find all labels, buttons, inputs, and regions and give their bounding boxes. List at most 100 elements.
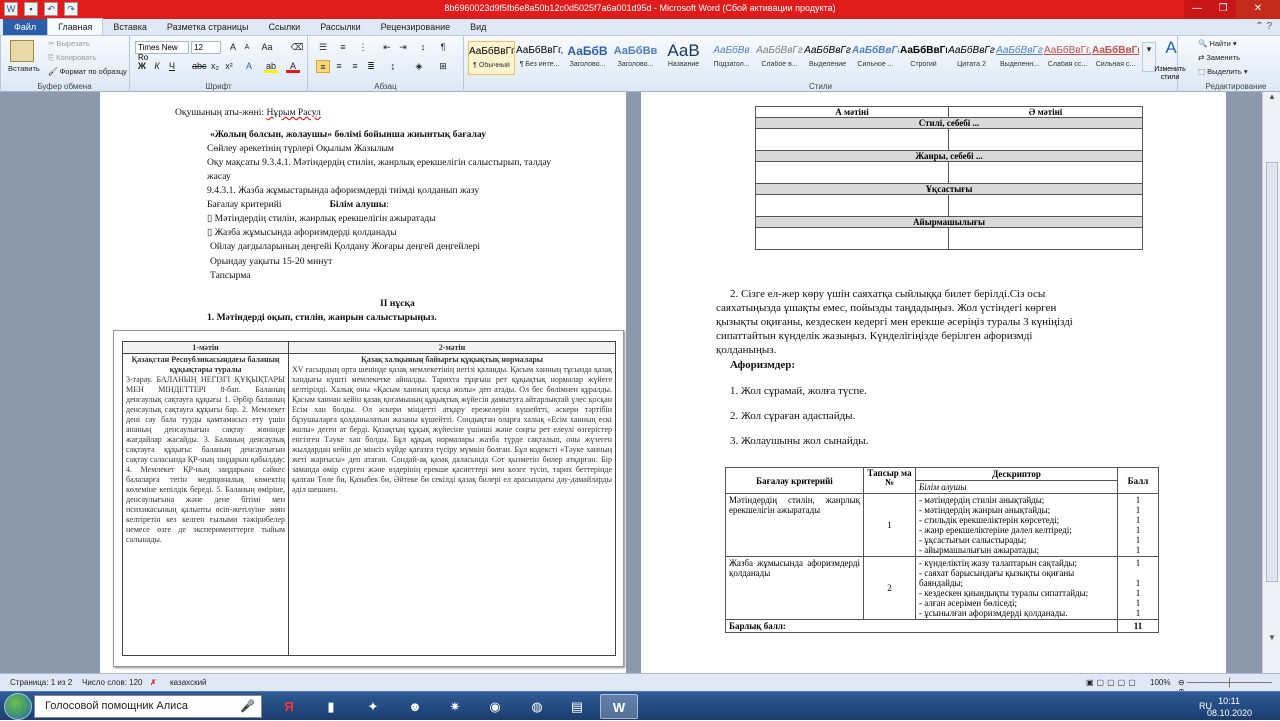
clear-format-icon[interactable]: ⌫ [290,41,304,54]
view-buttons[interactable]: ▣▢▢▢▢ [1086,678,1139,687]
yandex-browser-icon[interactable]: Я [270,694,308,719]
table-cell[interactable] [948,128,1143,151]
change-styles-button[interactable]: Изменить стили [1148,66,1192,82]
style-no-spacing[interactable]: АаБбВвГг, ¶ Без инте... [516,41,563,75]
game-icon[interactable]: ☻ [396,694,434,719]
shading-icon[interactable]: ◈ [412,60,426,73]
grow-font-icon[interactable]: A [226,41,240,54]
scroll-down-icon[interactable]: ▼ [1263,633,1280,645]
tab-references[interactable]: Ссылки [259,22,311,35]
text-effects-icon[interactable]: A [242,60,256,73]
vertical-scrollbar[interactable]: ▲ ▼ [1262,92,1280,673]
tab-home[interactable]: Главная [47,18,104,35]
font-color-icon[interactable]: A [286,60,300,73]
criterion-1-task: 1 [863,493,916,557]
style-heading-1[interactable]: АаБбВ Заголово... [564,41,611,75]
highlight-icon[interactable]: ab [264,60,278,73]
font-size-select[interactable]: 12 [191,41,221,54]
tab-view[interactable]: Вид [460,22,496,35]
help-icon[interactable]: ⌃ ? [1255,21,1272,32]
style-strong[interactable]: АаБбВвГг, Строгий [900,41,947,75]
find-button[interactable]: 🔍 Найти ▾ [1198,39,1237,48]
bold-icon[interactable]: Ж [135,60,149,73]
justify-icon[interactable]: ≣ [364,60,378,73]
change-case-icon[interactable]: Aa [260,41,274,54]
discord-icon[interactable]: ◍ [518,694,556,719]
show-marks-icon[interactable]: ¶ [436,41,450,54]
multilevel-list-icon[interactable]: ⋮ [356,41,370,54]
style-intense-quote[interactable]: АаБбВвГг Выделенн... [996,41,1043,75]
learning-goal-line: Оқу мақсаты 9.3.4.1. Мәтіндердің стилін,… [207,157,552,168]
scroll-thumb[interactable] [1266,162,1278,582]
change-styles-icon[interactable]: A [1159,38,1183,58]
style-emphasis[interactable]: АаБбВвГг Выделение [804,41,851,75]
app-icon-2[interactable]: ✷ [436,694,474,719]
select-button[interactable]: ⬚ Выделить ▾ [1198,67,1248,76]
paragraph-label: Абзац [374,82,397,91]
line-spacing-icon[interactable]: ↨ [386,60,400,73]
language-indicator[interactable]: казахский [170,678,207,687]
maximize-button[interactable]: ❐ [1210,0,1236,18]
start-button[interactable] [4,693,32,720]
align-right-icon[interactable]: ≡ [348,60,362,73]
chrome-icon[interactable]: ◉ [476,694,514,719]
microphone-icon[interactable]: 🎤 [240,699,255,713]
style-intense-emphasis[interactable]: АаБбВвГг Сильное ... [852,41,899,75]
table-cell[interactable] [948,194,1143,217]
minimize-button[interactable]: — [1184,0,1210,18]
table-cell[interactable] [755,161,949,184]
font-name-select[interactable]: Times New Ro [135,41,189,62]
clock-time[interactable]: 10:11 [1218,696,1240,706]
superscript-icon[interactable]: x² [222,60,236,73]
page-count[interactable]: Страница: 1 из 2 [10,678,72,687]
style-heading-2[interactable]: АаБбВв Заголово... [612,41,659,75]
italic-icon[interactable]: К [150,60,164,73]
borders-icon[interactable]: ⊞ [436,60,450,73]
format-painter-button[interactable]: 🖌 Формат по образцу [48,67,127,76]
bullets-icon[interactable]: ☰ [316,41,330,54]
proofing-icon[interactable]: ✗ [150,678,157,687]
style-subtle-emphasis[interactable]: АаБбВвГг Слабое в... [756,41,803,75]
style-subtle-reference[interactable]: АаБбВвГг, Слабая сс... [1044,41,1091,75]
tab-file[interactable]: Файл [3,19,48,35]
app-icon[interactable]: ✦ [354,694,392,719]
scroll-up-icon[interactable]: ▲ [1263,92,1280,104]
zoom-level[interactable]: 100% [1150,678,1170,687]
close-button[interactable]: ✕ [1236,0,1280,18]
sort-icon[interactable]: ↕ [416,41,430,54]
numbering-icon[interactable]: ≡ [336,41,350,54]
table-cell[interactable] [755,194,949,217]
align-center-icon[interactable]: ≡ [332,60,346,73]
clock-date[interactable]: 08.10.2020 [1207,708,1252,718]
increase-indent-icon[interactable]: ⇥ [396,41,410,54]
folder-icon[interactable]: ▤ [558,694,596,719]
tab-review[interactable]: Рецензирование [371,22,461,35]
table-cell[interactable] [948,227,1143,250]
style-title[interactable]: АаВ Название [660,41,707,75]
word-taskbar-icon[interactable]: W [600,694,638,719]
table-cell[interactable] [755,128,949,151]
table-cell[interactable] [755,227,949,250]
shrink-font-icon[interactable]: A [240,41,254,54]
align-left-icon[interactable]: ≡ [316,60,330,73]
tab-mailings[interactable]: Рассылки [310,22,370,35]
subscript-icon[interactable]: x₂ [208,60,222,73]
strikethrough-icon[interactable]: abc [192,60,207,73]
alice-search-box[interactable]: Голосовой помощник Алиса 🎤 [34,695,262,718]
table-cell[interactable] [948,161,1143,184]
style-intense-reference[interactable]: АаБбВвГг, Сильная с... [1092,41,1139,75]
word-count[interactable]: Число слов: 120 [82,678,142,687]
underline-icon[interactable]: Ч [165,60,179,73]
paste-icon[interactable] [10,40,34,62]
file-explorer-icon[interactable]: ▮ [312,694,350,719]
tab-insert[interactable]: Вставка [103,22,156,35]
style-subtitle[interactable]: АаБбВв Подзагол... [708,41,755,75]
cut-button[interactable]: ✂ Вырезать [48,39,90,48]
style-quote-2[interactable]: АаБбВвГг Цитата 2 [948,41,995,75]
paste-button[interactable]: Вставить [8,64,40,73]
tab-layout[interactable]: Разметка страницы [157,22,259,35]
decrease-indent-icon[interactable]: ⇤ [380,41,394,54]
replace-button[interactable]: ⇄ Заменить [1198,53,1240,62]
copy-button[interactable]: ⎘ Копировать [48,53,96,63]
style-normal[interactable]: АаБбВвГг, ¶ Обычный [468,41,515,75]
